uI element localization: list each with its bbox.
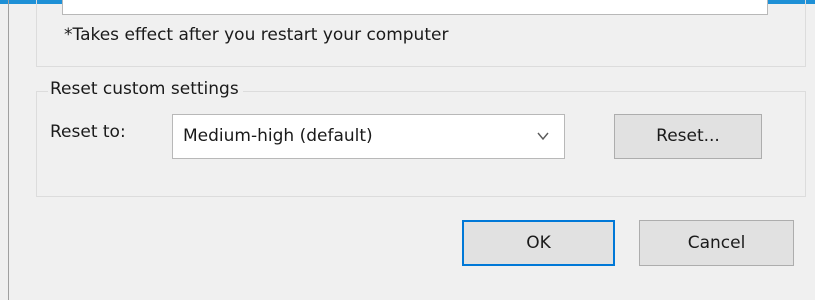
reset-to-label: Reset to: (50, 122, 126, 142)
reset-level-value: Medium-high (default) (183, 126, 373, 146)
reset-group-legend: Reset custom settings (48, 79, 243, 99)
window-left-border (8, 0, 9, 300)
restart-note: *Takes effect after you restart your com… (64, 25, 449, 45)
cancel-button[interactable]: Cancel (639, 220, 794, 266)
internet-options-dialog: *Takes effect after you restart your com… (0, 0, 815, 300)
zone-list-edge[interactable] (62, 0, 768, 15)
reset-level-dropdown[interactable]: Medium-high (default) (172, 114, 565, 159)
chevron-down-icon (537, 132, 549, 141)
reset-button[interactable]: Reset... (614, 114, 762, 159)
ok-button[interactable]: OK (462, 220, 615, 266)
